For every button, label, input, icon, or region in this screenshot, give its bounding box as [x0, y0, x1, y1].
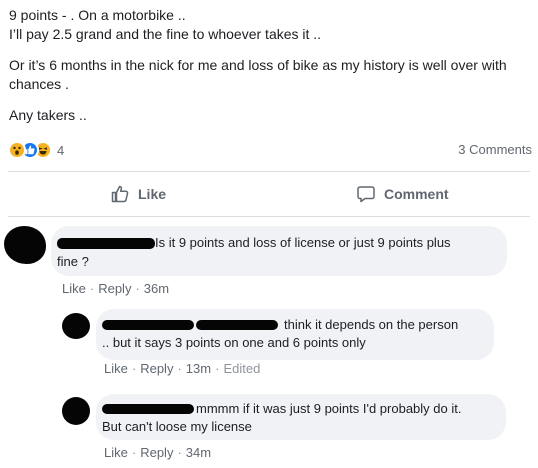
avatar[interactable] — [62, 397, 90, 425]
separator: · — [177, 445, 182, 460]
post-body: 9 points - . On a motorbike .. I’ll pay … — [9, 6, 534, 137]
comment-timestamp[interactable]: 34m — [186, 445, 211, 460]
comment-reply-link[interactable]: Reply — [140, 361, 173, 376]
comments-count-link[interactable]: 3 Comments — [458, 142, 532, 157]
like-button[interactable]: Like — [110, 180, 166, 208]
post-line: I’ll pay 2.5 grand and the fine to whoev… — [9, 26, 322, 42]
wow-icon — [8, 141, 26, 159]
redacted-name — [196, 320, 278, 330]
like-button-label: Like — [138, 186, 167, 202]
reaction-count: 4 — [57, 142, 65, 158]
comment-text: Is it 9 points and loss of license or ju… — [155, 235, 451, 250]
comment-reply-link[interactable]: Reply — [98, 281, 131, 296]
avatar[interactable] — [62, 313, 90, 339]
divider — [8, 171, 530, 172]
post-line: 9 points - . On a motorbike .. — [9, 7, 186, 23]
comment-text: fine ? — [57, 254, 89, 269]
comment-meta: Like · Reply · 13m · Edited — [104, 361, 260, 376]
avatar[interactable] — [4, 226, 46, 264]
separator: · — [131, 445, 137, 460]
comment-button[interactable]: Comment — [356, 180, 449, 208]
comment-like-link[interactable]: Like — [62, 281, 86, 296]
comment-bubble: Is it 9 points and loss of license or ju… — [51, 226, 507, 276]
comment-text: But can't loose my license — [102, 419, 252, 434]
comment-reply-link[interactable]: Reply — [140, 445, 173, 460]
redacted-name — [57, 238, 155, 249]
edited-label[interactable]: Edited — [223, 361, 260, 376]
separator: · — [135, 281, 140, 296]
redacted-name — [102, 404, 194, 414]
divider — [8, 216, 530, 217]
thumbs-up-icon — [111, 185, 129, 203]
redacted-name — [102, 320, 194, 330]
separator: · — [177, 361, 182, 376]
comment-text: mmmm if it was just 9 points I'd probabl… — [196, 401, 462, 416]
comment-meta: Like · Reply · 34m — [104, 445, 211, 460]
separator: · — [89, 281, 95, 296]
post-line: Or it’s 6 months in the nick for me and … — [9, 57, 507, 92]
separator: · — [131, 361, 137, 376]
comment-like-link[interactable]: Like — [104, 361, 128, 376]
separator: · — [215, 361, 220, 376]
comment-bubble: think it depends on the person .. but it… — [96, 309, 494, 360]
comment-meta: Like · Reply · 36m — [62, 281, 169, 296]
post-line: Any takers .. — [9, 107, 87, 123]
comment-button-label: Comment — [384, 186, 449, 202]
comment-timestamp[interactable]: 13m — [186, 361, 211, 376]
comment-bubble-icon — [357, 186, 375, 203]
comment-like-link[interactable]: Like — [104, 445, 128, 460]
reactions-summary[interactable]: 4 — [8, 140, 64, 160]
comment-text: .. but it says 3 points on one and 6 poi… — [102, 335, 366, 350]
comment-text: think it depends on the person — [284, 317, 459, 332]
comment-bubble: mmmm if it was just 9 points I'd probabl… — [96, 394, 506, 440]
comment-timestamp[interactable]: 36m — [144, 281, 169, 296]
